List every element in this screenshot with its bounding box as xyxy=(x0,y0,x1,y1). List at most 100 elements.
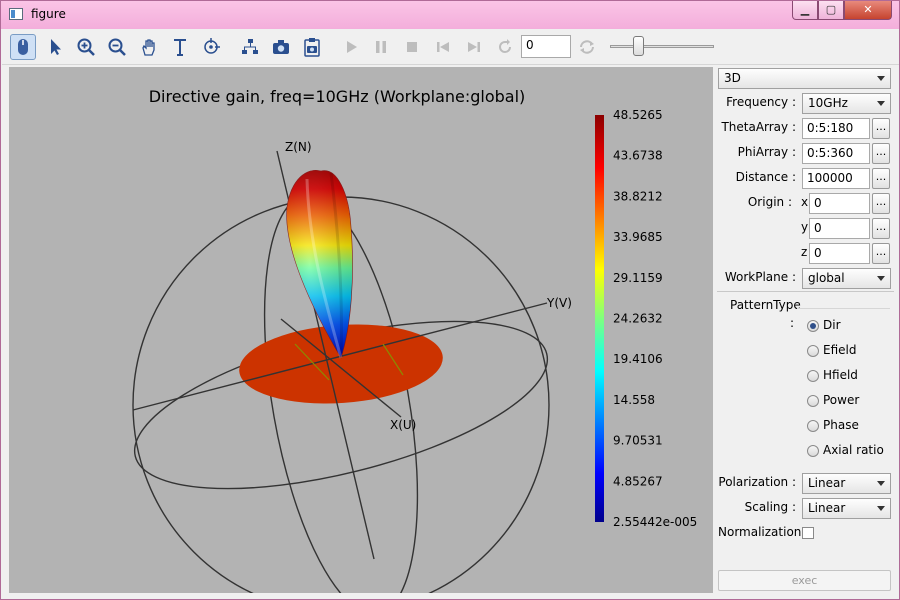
plot-canvas[interactable]: Directive gain, freq=10GHz (Workplane:gl… xyxy=(9,67,713,593)
frame-slider-handle[interactable] xyxy=(633,36,645,56)
chevron-down-icon xyxy=(877,101,885,106)
normalization-label: Normalization xyxy=(718,525,802,539)
exec-button[interactable]: exec xyxy=(718,570,891,591)
frame-slider-track[interactable] xyxy=(610,45,714,48)
hierarchy-button[interactable] xyxy=(237,34,263,60)
refresh-icon xyxy=(499,39,511,53)
text-tool-button[interactable] xyxy=(167,34,193,60)
colorbar-tick-label: 24.2632 xyxy=(613,312,663,326)
skip-forward-icon xyxy=(468,42,480,52)
frame-number-input[interactable]: 0 xyxy=(521,35,571,58)
chevron-down-icon xyxy=(877,276,885,281)
play-button[interactable] xyxy=(338,34,364,60)
polarization-value: Linear xyxy=(808,476,846,490)
frequency-label: Frequency : xyxy=(726,95,796,109)
radio-axial-ratio[interactable] xyxy=(807,445,819,457)
pattern-type-label: PatternType xyxy=(730,298,801,312)
first-frame-button[interactable] xyxy=(430,34,456,60)
axis-z-label: Z(N) xyxy=(285,140,312,154)
radio-power[interactable] xyxy=(807,395,819,407)
origin-x-label: x xyxy=(801,195,809,209)
distance-browse-button[interactable]: ... xyxy=(872,168,890,189)
scaling-value: Linear xyxy=(808,501,846,515)
rotate-mouse-tool-button[interactable] xyxy=(10,34,36,60)
origin-label: Origin : xyxy=(747,195,792,209)
radio-label-hfield[interactable]: Hfield xyxy=(823,368,858,382)
skip-back-icon xyxy=(437,42,449,52)
origin-y-label: y xyxy=(801,220,809,234)
window-app-icon xyxy=(9,8,23,20)
select-tool-button[interactable] xyxy=(42,34,68,60)
colorbar-tick-label: 4.85267 xyxy=(613,474,663,488)
origin-z-input[interactable]: 0 xyxy=(809,243,870,264)
minimize-button[interactable]: ▁ xyxy=(792,1,818,20)
phi-array-browse-button[interactable]: ... xyxy=(872,143,890,164)
camera-icon xyxy=(273,40,289,54)
figure-window: figure ▁ ▢ ✕ 0 Directive gain, freq=10GH… xyxy=(0,0,900,600)
snapshot-button[interactable] xyxy=(268,34,294,60)
maximize-button[interactable]: ▢ xyxy=(818,1,844,20)
toolbar: 0 xyxy=(2,29,899,65)
axis-y-label: Y(V) xyxy=(546,296,572,310)
pattern-type-colon: : xyxy=(790,316,795,330)
hierarchy-icon xyxy=(242,39,258,54)
origin-z-label: z xyxy=(801,245,808,259)
radio-label-efield[interactable]: Efield xyxy=(823,343,856,357)
colorbar-tick-label: 2.55442e-005 xyxy=(613,515,697,529)
clipboard-camera-icon xyxy=(304,38,320,57)
origin-y-browse-button[interactable]: ... xyxy=(872,218,890,239)
stop-button[interactable] xyxy=(399,34,425,60)
frequency-value: 10GHz xyxy=(808,96,848,110)
theta-array-browse-button[interactable]: ... xyxy=(872,118,890,139)
radio-label-dir[interactable]: Dir xyxy=(823,318,841,332)
plot-title: Directive gain, freq=10GHz (Workplane:gl… xyxy=(149,87,526,106)
last-frame-button[interactable] xyxy=(461,34,487,60)
radio-dir[interactable] xyxy=(807,320,819,332)
zoom-out-button[interactable] xyxy=(104,34,130,60)
origin-z-browse-button[interactable]: ... xyxy=(872,243,890,264)
colorbar-tick-label: 19.4106 xyxy=(613,352,663,366)
colorbar-tick-label: 43.6738 xyxy=(613,149,663,163)
view-mode-select[interactable]: 3D xyxy=(718,68,891,89)
workplane-select[interactable]: global xyxy=(802,268,891,289)
colorbar xyxy=(595,115,604,522)
radio-efield[interactable] xyxy=(807,345,819,357)
workplane-value: global xyxy=(808,271,845,285)
copy-snapshot-button[interactable] xyxy=(299,34,325,60)
control-panel: 3D Frequency : 10GHz ThetaArray : 0:5:18… xyxy=(715,65,898,597)
origin-x-browse-button[interactable]: ... xyxy=(872,193,890,214)
origin-y-input[interactable]: 0 xyxy=(809,218,870,239)
normalization-checkbox[interactable] xyxy=(802,527,814,539)
radio-label-power[interactable]: Power xyxy=(823,393,859,407)
close-button[interactable]: ✕ xyxy=(844,1,892,20)
loop-button[interactable] xyxy=(574,34,600,60)
mouse-icon xyxy=(18,39,28,55)
pause-button[interactable] xyxy=(368,34,394,60)
radio-hfield[interactable] xyxy=(807,370,819,382)
title-bar[interactable]: figure ▁ ▢ ✕ xyxy=(1,1,899,29)
distance-input[interactable]: 100000 xyxy=(802,168,870,189)
origin-x-input[interactable]: 0 xyxy=(809,193,870,214)
zoom-in-button[interactable] xyxy=(73,34,99,60)
polarization-select[interactable]: Linear xyxy=(802,473,891,494)
theta-array-input[interactable]: 0:5:180 xyxy=(802,118,870,139)
reset-button[interactable] xyxy=(492,34,518,60)
chevron-down-icon xyxy=(877,481,885,486)
radio-label-phase[interactable]: Phase xyxy=(823,418,859,432)
radio-phase[interactable] xyxy=(807,420,819,432)
pause-icon xyxy=(376,41,386,53)
view-mode-value: 3D xyxy=(724,71,741,85)
target-icon xyxy=(204,38,220,54)
colorbar-tick-label: 38.8212 xyxy=(613,189,663,203)
frequency-select[interactable]: 10GHz xyxy=(802,93,891,114)
text-icon xyxy=(174,39,186,56)
radiation-pattern-plot[interactable]: Directive gain, freq=10GHz (Workplane:gl… xyxy=(9,67,713,593)
data-cursor-button[interactable] xyxy=(198,34,224,60)
pan-tool-button[interactable] xyxy=(136,34,162,60)
theta-array-label: ThetaArray : xyxy=(721,120,796,134)
scaling-label: Scaling : xyxy=(744,500,796,514)
radio-label-axial-ratio[interactable]: Axial ratio xyxy=(823,443,884,457)
scaling-select[interactable]: Linear xyxy=(802,498,891,519)
phi-array-input[interactable]: 0:5:360 xyxy=(802,143,870,164)
stop-icon xyxy=(407,42,417,52)
